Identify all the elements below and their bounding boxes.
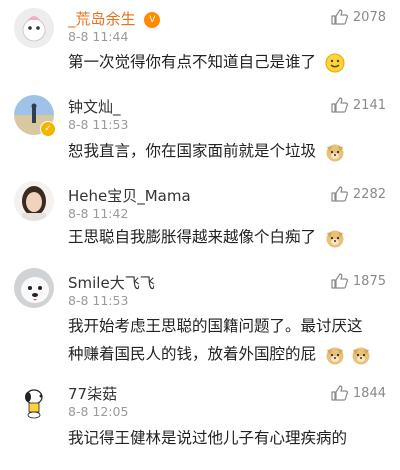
verified-badge-icon: ✓ (40, 121, 56, 137)
white-dog-avatar-icon[interactable] (14, 268, 54, 308)
like-button[interactable]: 2078 (331, 9, 386, 25)
comment-text-body: 我记得王健林是说过他儿子有心理疾病的 (68, 429, 348, 447)
comment-text-line: 我开始考虑王思聪的国籍问题了。最讨厌这 (68, 317, 363, 335)
comment-text: 我记得王健林是说过他儿子有心理疾病的 (68, 424, 386, 452)
thumbs-up-icon (331, 97, 348, 113)
thumbs-up-icon (331, 273, 348, 289)
thumbs-up-icon (331, 186, 348, 202)
comment-username[interactable]: 77柒菇 (68, 383, 117, 404)
comment-username[interactable]: 钟文灿_ (68, 96, 121, 117)
like-count: 2141 (352, 97, 386, 113)
comment-username[interactable]: Hehe宝贝_Mama (68, 185, 191, 206)
comment-time: 8-8 11:44 (68, 29, 129, 44)
thumbs-up-icon (331, 9, 348, 25)
like-button[interactable]: 2141 (331, 97, 386, 113)
comment-username[interactable]: _荒岛余生 V (68, 8, 161, 29)
comment-text: 我开始考虑王思聪的国籍问题了。最讨厌这 种赚着国民人的钱，放着外国腔的屁 (68, 312, 386, 368)
doge-emoji-icon (326, 230, 344, 247)
comment-time: 8-8 11:42 (68, 206, 129, 221)
comment-username[interactable]: Smile大飞飞 (68, 272, 155, 293)
cartoon-avatar-icon[interactable] (14, 8, 54, 48)
like-count: 2078 (352, 9, 386, 25)
comment-text-body: 第一次觉得你有点不知道自己是谁了 (68, 53, 317, 71)
like-count: 1844 (352, 385, 386, 401)
comment-text: 恕我直言，你在国家面前就是个垃圾 (68, 137, 386, 165)
comment-time: 8-8 12:05 (68, 404, 129, 419)
comment-text: 第一次觉得你有点不知道自己是谁了 (68, 48, 386, 76)
woman-avatar-icon[interactable] (14, 181, 54, 221)
comment-time: 8-8 11:53 (68, 293, 129, 308)
comment-text-body: 王思聪自我膨胀得越来越像个白痴了 (68, 228, 317, 246)
comment-time: 8-8 11:53 (68, 117, 129, 132)
comment-text-body: 恕我直言，你在国家面前就是个垃圾 (68, 142, 317, 160)
thumbs-up-icon (331, 385, 348, 401)
comment-text: 王思聪自我膨胀得越来越像个白痴了 (68, 223, 386, 251)
username-text[interactable]: _荒岛余生 (68, 10, 136, 28)
comment-text-line: 种赚着国民人的钱，放着外国腔的屁 (68, 340, 386, 368)
doge-emoji-icon (326, 144, 344, 161)
doge-emoji-icon (352, 347, 370, 364)
like-button[interactable]: 1844 (331, 385, 386, 401)
doge-emoji-icon (326, 347, 344, 364)
like-button[interactable]: 2282 (331, 186, 386, 202)
smile-emoji-icon (325, 53, 345, 72)
snoopy-avatar-icon[interactable] (14, 381, 54, 421)
like-button[interactable]: 1875 (331, 273, 386, 289)
like-count: 1875 (352, 273, 386, 289)
comment-text-body: 种赚着国民人的钱，放着外国腔的屁 (68, 345, 317, 363)
like-count: 2282 (352, 186, 386, 202)
vip-badge-icon: V (144, 11, 161, 28)
